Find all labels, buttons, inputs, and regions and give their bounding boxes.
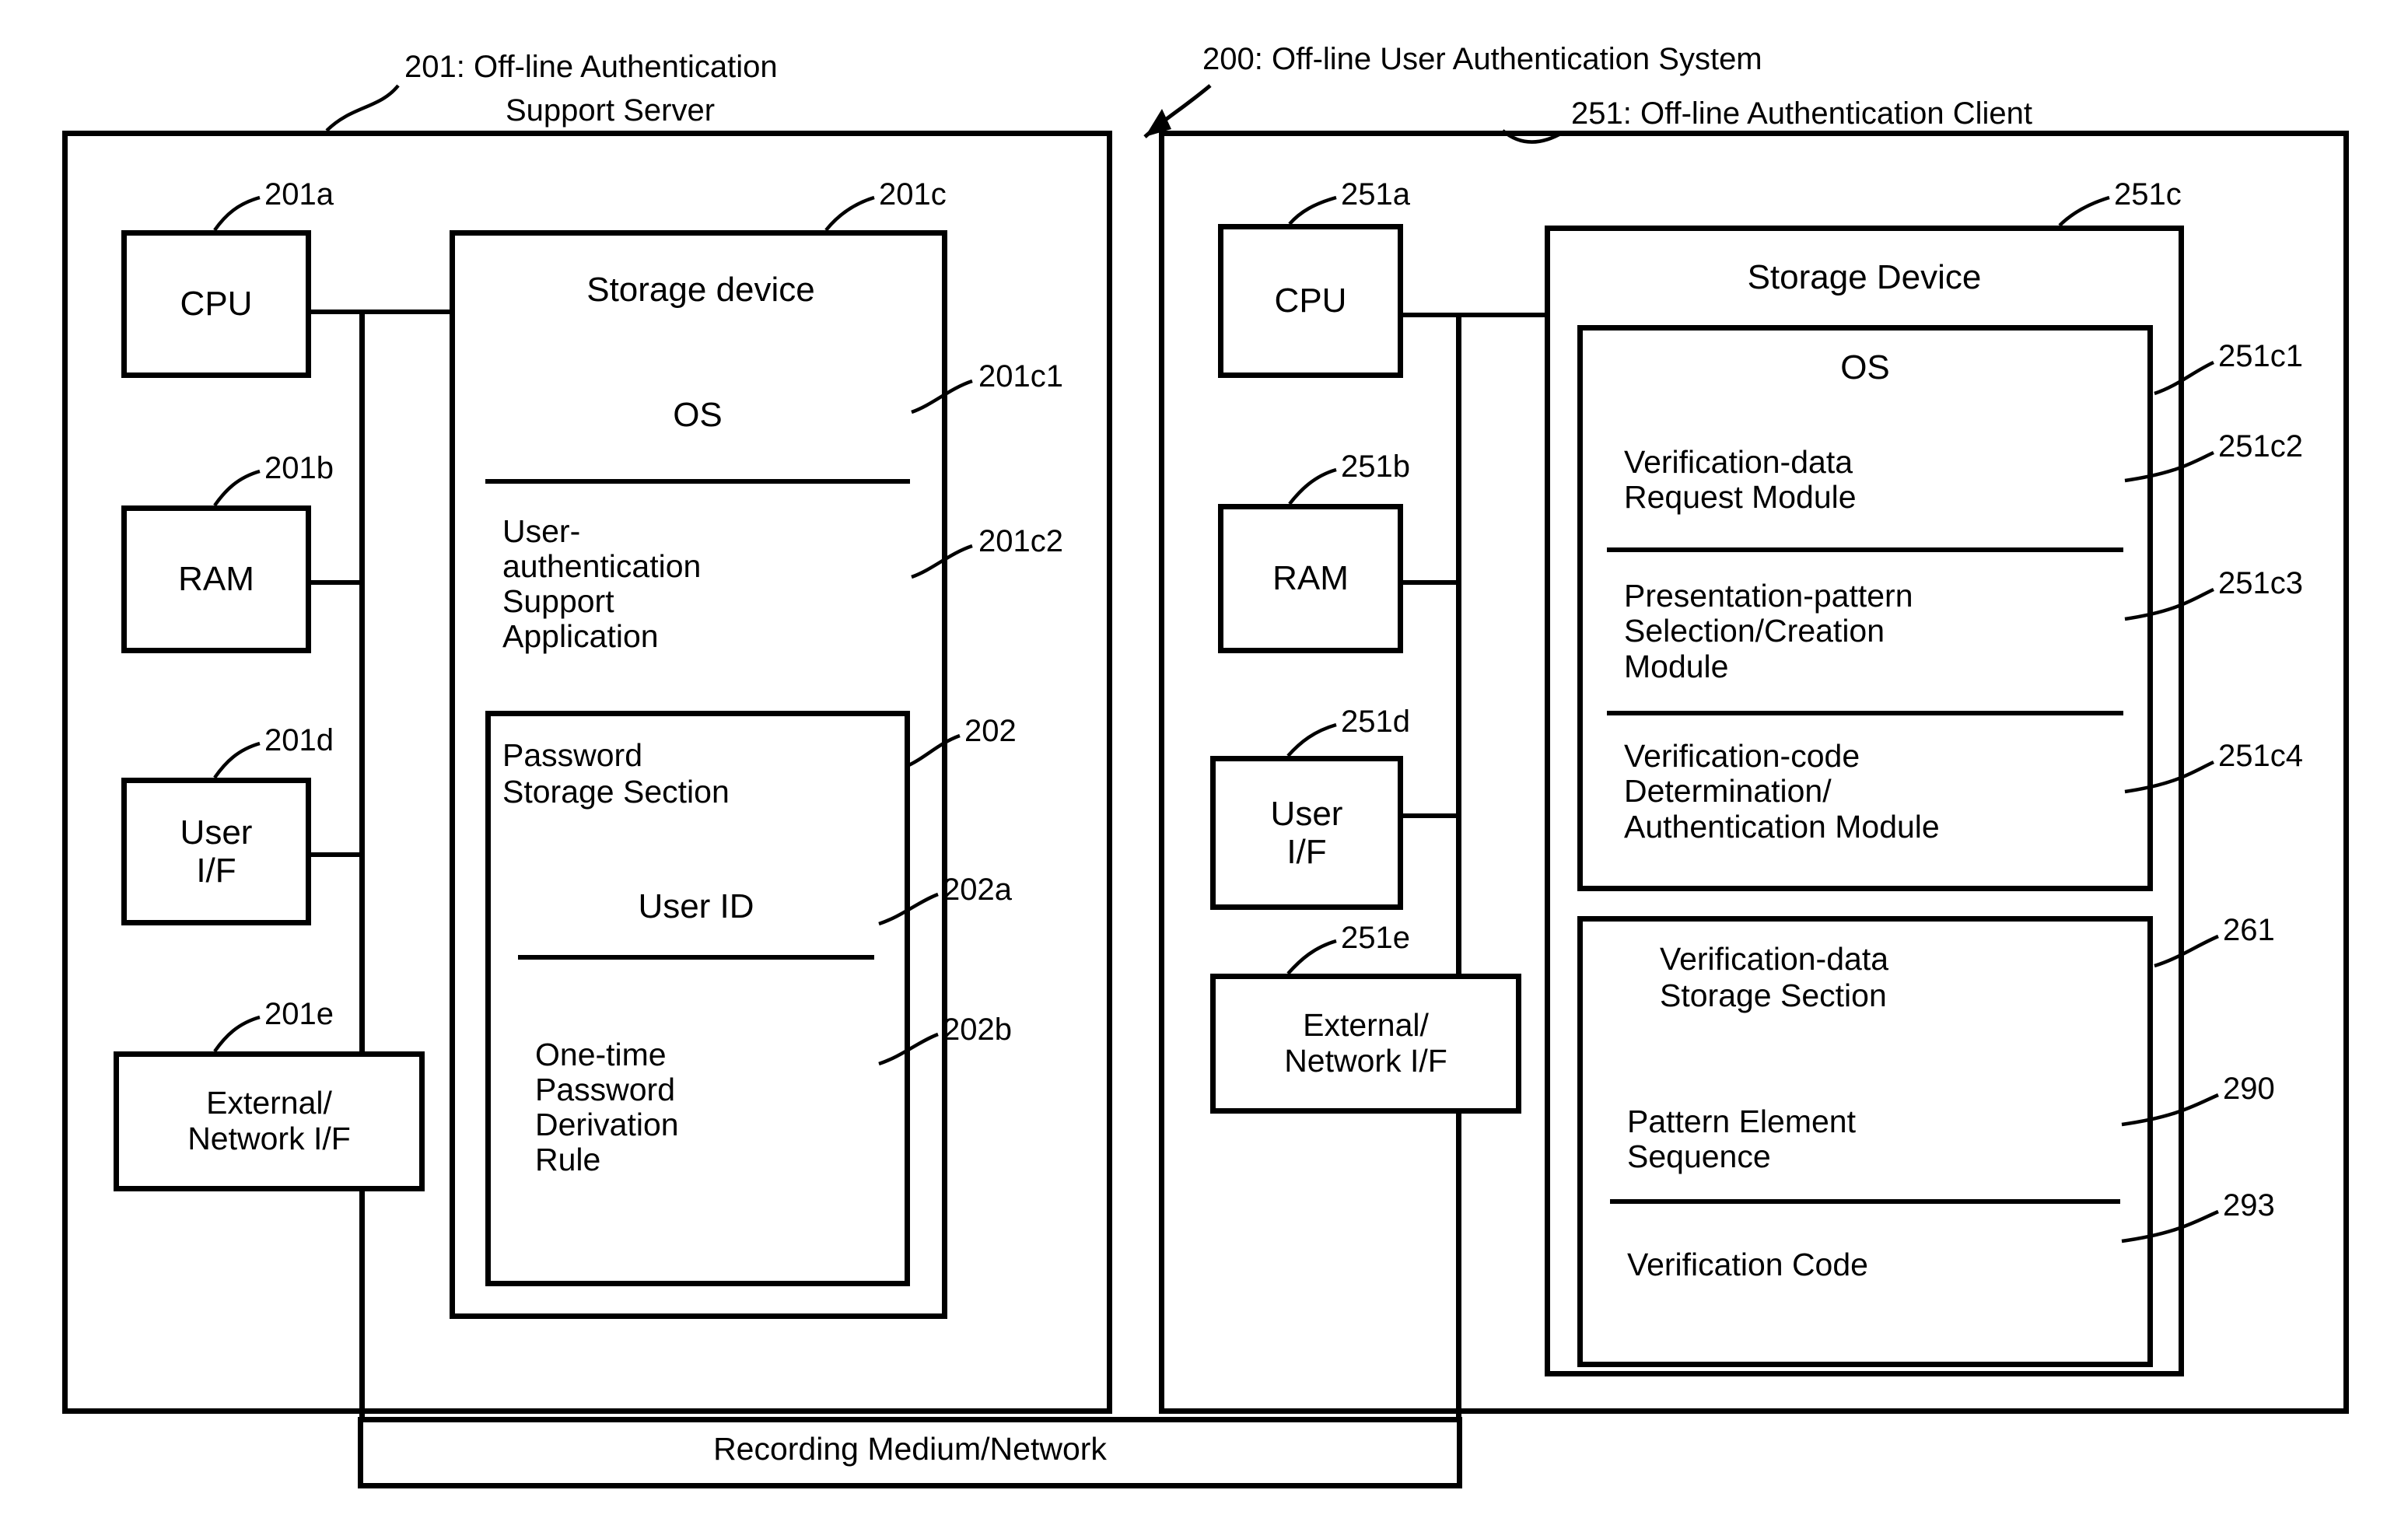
client-ext-if-ref: 251e — [1341, 921, 1410, 955]
server-user-id-box: User ID — [518, 859, 874, 960]
client-user-if-wire — [1402, 813, 1461, 818]
server-user-if-ref: 201d — [264, 723, 334, 757]
server-ram-ref: 201b — [264, 451, 334, 485]
server-user-id-ref: 202a — [943, 873, 1012, 907]
client-os-ref: 251c1 — [2218, 339, 2303, 373]
client-module-verification-request-ref: 251c2 — [2218, 429, 2303, 463]
client-module-presentation-pattern-label: Presentation-pattern Selection/Creation … — [1624, 578, 1913, 684]
client-verification-code-box: Verification Code — [1610, 1204, 2120, 1327]
server-support-app-label: User- authentication Support Application — [502, 512, 702, 655]
server-ram-label: RAM — [178, 560, 254, 599]
server-title-line2: Support Server — [506, 93, 716, 128]
server-user-if-box: User I/F — [121, 778, 311, 925]
server-cpu-ref: 201a — [264, 177, 334, 212]
client-cpu-label: CPU — [1274, 282, 1347, 320]
client-verification-storage-ref: 261 — [2223, 913, 2275, 947]
server-os-ref: 201c1 — [978, 359, 1063, 393]
client-module-verification-request: Verification-data Request Module — [1607, 412, 2123, 552]
client-ext-if-label: External/ Network I/F — [1284, 1007, 1447, 1079]
client-module-presentation-pattern-ref: 251c3 — [2218, 566, 2303, 600]
client-pattern-element-sequence-label: Pattern Element Sequence — [1627, 1103, 1856, 1174]
client-title: 251: Off-line Authentication Client — [1571, 96, 2032, 131]
server-title-line1: 201: Off-line Authentication — [404, 50, 778, 84]
system-title: 200: Off-line User Authentication System — [1202, 42, 1762, 76]
server-ext-if-drop — [359, 1191, 365, 1421]
client-pattern-element-sequence-ref: 290 — [2223, 1072, 2275, 1106]
server-ext-if-label: External/ Network I/F — [187, 1085, 351, 1156]
client-cpu-wire — [1402, 313, 1461, 317]
client-verification-storage-label: Verification-data Storage Section — [1660, 941, 1889, 1014]
client-os-label: OS — [1840, 348, 1890, 386]
client-storage-label: Storage Device — [1747, 258, 1982, 296]
client-bus-to-storage — [1456, 313, 1549, 317]
server-password-storage-label: Password Storage Section — [502, 737, 730, 810]
client-module-verification-code-ref: 251c4 — [2218, 739, 2303, 773]
server-cpu-label: CPU — [180, 285, 253, 324]
server-support-app-ref: 201c2 — [978, 524, 1063, 558]
server-ext-if-box: External/ Network I/F — [114, 1051, 425, 1191]
client-ram-label: RAM — [1272, 559, 1349, 598]
server-cpu-box: CPU — [121, 230, 311, 378]
client-pattern-element-sequence-box: Pattern Element Sequence — [1610, 1079, 2120, 1204]
leader-201 — [325, 84, 400, 132]
server-user-if-label: User I/F — [180, 813, 253, 890]
server-storage-ref: 201c — [879, 177, 947, 212]
client-ext-if-box: External/ Network I/F — [1210, 974, 1521, 1114]
client-ram-ref: 251b — [1341, 449, 1410, 484]
server-os-box: OS — [485, 352, 910, 484]
server-storage-label: Storage device — [586, 271, 815, 309]
client-cpu-ref: 251a — [1341, 177, 1410, 212]
server-bus-to-storage — [359, 310, 453, 314]
figure-canvas: 201: Off-line Authentication Support Ser… — [0, 0, 2408, 1525]
server-user-id-label: User ID — [638, 887, 754, 925]
client-storage-ref: 251c — [2114, 177, 2182, 212]
client-ext-if-drop — [1456, 1114, 1461, 1423]
server-otp-rule-box: One-time Password Derivation Rule — [518, 960, 874, 1255]
client-ram-wire — [1402, 580, 1461, 585]
client-user-if-box: User I/F — [1210, 756, 1403, 910]
client-verification-code-label: Verification Code — [1627, 1247, 1868, 1283]
server-otp-rule-label: One-time Password Derivation Rule — [535, 1036, 679, 1178]
client-cpu-box: CPU — [1218, 224, 1403, 378]
client-user-if-label: User I/F — [1270, 794, 1343, 871]
client-module-presentation-pattern: Presentation-pattern Selection/Creation … — [1607, 552, 2123, 715]
recording-medium-label: Recording Medium/Network — [713, 1431, 1107, 1467]
client-module-verification-request-label: Verification-data Request Module — [1624, 443, 1857, 515]
client-user-if-ref: 251d — [1341, 705, 1410, 739]
server-ram-wire — [310, 580, 364, 585]
server-cpu-wire — [310, 310, 364, 314]
client-module-verification-code: Verification-code Determination/ Authent… — [1607, 715, 2123, 868]
server-ext-if-ref: 201e — [264, 997, 334, 1031]
client-ram-box: RAM — [1218, 504, 1403, 653]
server-user-if-wire — [310, 852, 364, 857]
client-module-verification-code-label: Verification-code Determination/ Authent… — [1624, 738, 1940, 845]
server-password-storage-ref: 202 — [964, 714, 1017, 748]
leader-200-arrow — [1143, 84, 1212, 138]
server-support-app-box: User- authentication Support Application — [485, 484, 910, 684]
client-verification-code-ref: 293 — [2223, 1188, 2275, 1222]
server-ram-box: RAM — [121, 505, 311, 653]
server-otp-rule-ref: 202b — [943, 1013, 1012, 1047]
server-os-label: OS — [673, 395, 723, 434]
